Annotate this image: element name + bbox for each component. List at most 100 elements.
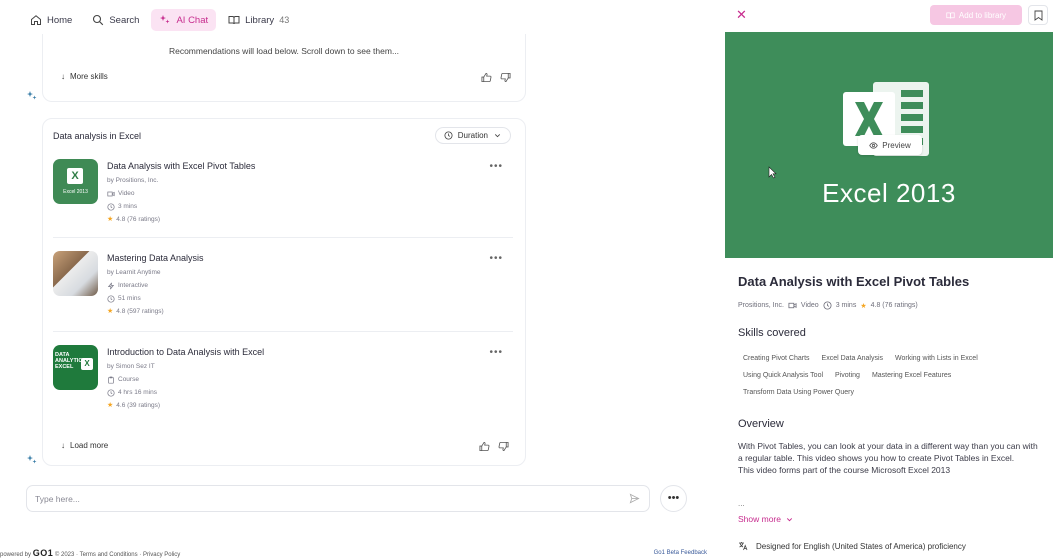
course-duration-label: 51 mins <box>118 295 141 302</box>
clock-icon <box>107 388 115 397</box>
overview-paragraph: With Pivot Tables, you can look at your … <box>738 441 1038 463</box>
skill-tag[interactable]: Using Quick Analysis Tool <box>738 371 828 380</box>
book-icon <box>228 16 240 25</box>
go1-logo: GO1 <box>32 548 54 558</box>
star-icon: ★ <box>107 402 114 409</box>
nav-library[interactable]: Library 43 <box>220 9 297 31</box>
course-duration-label: 3 mins <box>118 203 138 210</box>
skill-tag[interactable]: Creating Pivot Charts <box>738 354 815 363</box>
course-detail-title: Data Analysis with Excel Pivot Tables <box>738 274 970 289</box>
more-skills-label: More skills <box>70 72 108 81</box>
course-thumbnail <box>53 251 98 296</box>
more-actions-button[interactable]: ••• <box>660 485 687 512</box>
detail-type: Video <box>800 302 819 309</box>
language-proficiency: Designed for English (United States of A… <box>738 541 966 551</box>
course-duration: 51 mins <box>107 294 204 303</box>
course-item[interactable]: Mastering Data Analysis by Learnit Anyti… <box>53 251 513 331</box>
nav-ai-chat-label: AI Chat <box>176 14 209 26</box>
course-provider: by Simon Sez IT <box>107 363 155 370</box>
add-to-library-label: Add to library <box>958 10 1007 20</box>
show-more-button[interactable]: Show more <box>738 514 794 524</box>
privacy-link[interactable]: Privacy Policy <box>143 552 180 558</box>
nav-home-label: Home <box>47 14 73 26</box>
recommendations-card: Data analysis in Excel Duration X Excel … <box>42 118 526 466</box>
skill-tag[interactable]: Working with Lists in Excel <box>890 354 983 363</box>
powered-by-label: powered by <box>0 552 32 558</box>
course-rating-label: 4.8 (76 ratings) <box>116 215 160 223</box>
footer: powered by GO1 © 2023 · Terms and Condit… <box>0 548 707 558</box>
feedback-link[interactable]: Go1 Beta Feedback <box>654 550 707 556</box>
course-type: Video <box>107 189 255 198</box>
duration-filter-button[interactable]: Duration <box>434 127 511 144</box>
skill-tag[interactable]: Transform Data Using Power Query <box>738 388 859 397</box>
chat-input[interactable] <box>35 491 615 507</box>
course-rating: ★ 4.6 (39 ratings) <box>107 401 264 410</box>
library-count: 43 <box>279 15 290 25</box>
send-icon[interactable] <box>629 493 640 504</box>
course-duration: 3 mins <box>107 202 255 211</box>
excel-logo-icon: X <box>67 168 83 184</box>
course-provider: by Learnit Anytime <box>107 269 161 276</box>
arrow-down-icon: ↓ <box>61 72 65 81</box>
thumbs-up-icon[interactable] <box>479 441 490 452</box>
eye-icon <box>869 141 879 149</box>
chat-input-box <box>26 485 650 512</box>
close-icon[interactable]: ✕ <box>736 7 747 23</box>
show-more-label: Show more <box>738 514 781 524</box>
course-duration: 4 hrs 16 mins <box>107 388 264 397</box>
course-rating: ★ 4.8 (597 ratings) <box>107 307 204 316</box>
sparkle-icon <box>160 15 170 24</box>
preview-button[interactable]: Preview <box>858 135 922 155</box>
thumbnail-caption: Excel 2013 <box>63 189 88 195</box>
nav-ai-chat[interactable]: AI Chat <box>151 9 217 31</box>
hero-title: Excel 2013 <box>822 178 956 208</box>
star-icon: ★ <box>860 302 867 310</box>
bookmark-icon <box>1034 10 1043 21</box>
more-options-icon[interactable]: ••• <box>489 347 503 358</box>
load-more-button[interactable]: ↓ Load more <box>61 441 108 450</box>
course-title[interactable]: Introduction to Data Analysis with Excel <box>107 347 264 357</box>
star-icon: ★ <box>107 216 114 223</box>
skill-tag[interactable]: Pivoting <box>830 371 865 380</box>
recommend-text: Recommendations will load below. Scroll … <box>168 46 400 56</box>
course-type-label: Course <box>118 376 139 383</box>
star-icon: ★ <box>107 308 114 315</box>
preview-label: Preview <box>882 140 911 150</box>
duration-label: Duration <box>457 131 488 140</box>
nav-library-label: Library <box>245 14 275 26</box>
more-options-icon[interactable]: ••• <box>489 161 503 172</box>
overview-ellipsis: ... <box>738 499 745 508</box>
nav-search[interactable]: Search <box>84 9 147 31</box>
skill-tag[interactable]: Excel Data Analysis <box>817 354 888 363</box>
terms-link[interactable]: Terms and Conditions <box>80 552 138 558</box>
thumbs-up-icon[interactable] <box>481 72 492 83</box>
more-options-icon[interactable]: ••• <box>489 253 503 264</box>
course-rating-label: 4.8 (597 ratings) <box>116 307 164 315</box>
skill-tag[interactable]: Mastering Excel Features <box>867 371 956 380</box>
thumbs-down-icon[interactable] <box>500 72 511 83</box>
detail-provider: Prositions, Inc. <box>738 302 784 309</box>
nav-home[interactable]: Home <box>22 9 80 31</box>
skills-list: Creating Pivot Charts Excel Data Analysi… <box>738 354 1048 397</box>
bookmark-button[interactable] <box>1028 5 1048 25</box>
add-to-library-button[interactable]: Add to library <box>930 5 1022 25</box>
course-detail-meta: Prositions, Inc. Video 3 mins ★ 4.8 (76 … <box>738 301 918 310</box>
feedback-buttons <box>481 72 511 83</box>
course-item[interactable]: X Excel 2013 Data Analysis with Excel Pi… <box>53 159 513 239</box>
translate-icon <box>739 542 748 551</box>
excel-logo-icon: X <box>81 358 93 370</box>
section-title: Data analysis in Excel <box>53 131 142 141</box>
course-item[interactable]: DATA ANALYTICS EXCEL X Introduction to D… <box>53 345 513 425</box>
designed-for-label: Designed for English (United States of A… <box>756 541 966 551</box>
more-skills-button[interactable]: ↓ More skills <box>61 72 108 81</box>
thumbs-down-icon[interactable] <box>498 441 509 452</box>
course-detail-panel: ✕ Add to library Preview Excel 2013 Data… <box>725 0 1053 558</box>
video-icon <box>788 302 797 309</box>
lightning-icon <box>107 282 115 289</box>
course-type-label: Interactive <box>118 282 148 289</box>
video-icon <box>107 191 115 196</box>
course-title[interactable]: Data Analysis with Excel Pivot Tables <box>107 161 255 171</box>
top-nav: Home Search AI Chat Library 43 <box>22 8 297 32</box>
course-rating: ★ 4.8 (76 ratings) <box>107 215 255 224</box>
course-title[interactable]: Mastering Data Analysis <box>107 253 204 263</box>
